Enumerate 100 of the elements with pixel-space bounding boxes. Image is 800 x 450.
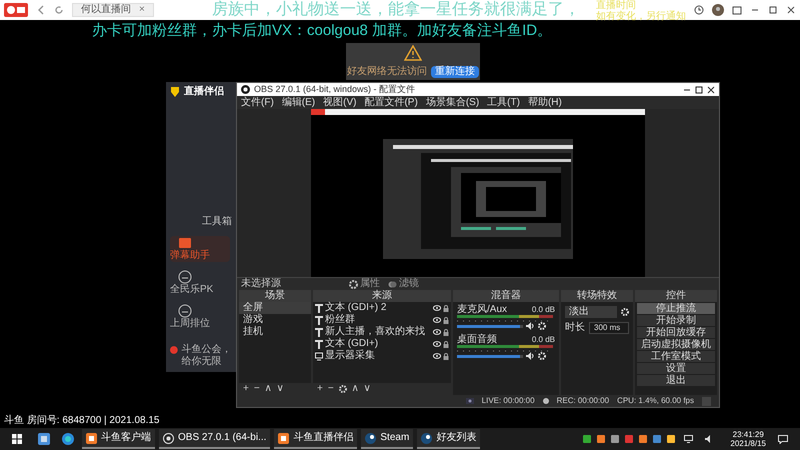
monitor-icon xyxy=(315,352,323,360)
source-item[interactable]: 粉丝群 xyxy=(325,314,431,326)
menu-item[interactable]: 视图(V) xyxy=(323,96,356,108)
speaker-icon[interactable] xyxy=(526,322,535,330)
rec-time: REC: 00:00:00 xyxy=(556,396,610,406)
browser-icon[interactable] xyxy=(62,433,74,445)
control-button[interactable]: 开始回放缓存 xyxy=(637,327,715,338)
taskbar-app-button[interactable]: 好友列表 xyxy=(417,429,480,449)
eye-icon[interactable] xyxy=(433,317,441,323)
clock[interactable]: 23:41:29 2021/8/15 xyxy=(730,430,766,448)
room-info-text: 斗鱼 房间号: 6848700 | 2021.08.15 xyxy=(3,414,160,428)
volume-slider-fill[interactable] xyxy=(457,324,520,328)
maximize-icon[interactable] xyxy=(695,86,703,94)
dock-title: 转场特效 xyxy=(561,290,633,302)
taskbar-app-button[interactable]: 斗鱼客户端 xyxy=(82,429,155,449)
gear-icon[interactable] xyxy=(338,385,347,393)
gear-icon[interactable] xyxy=(538,352,546,360)
taskbar-app-button[interactable]: OBS 27.0.1 (64-bi... xyxy=(159,429,270,449)
gear-icon xyxy=(349,280,358,288)
logo-icon xyxy=(4,3,28,17)
channel-name: 桌面音频 xyxy=(457,334,497,345)
toolbar-button[interactable]: ∧ xyxy=(264,383,272,395)
toolbar-button[interactable]: ∨ xyxy=(364,383,371,395)
control-button[interactable]: 设置 xyxy=(637,363,715,374)
scene-item[interactable]: 游戏 xyxy=(239,314,311,326)
properties-button[interactable]: 属性 xyxy=(349,278,380,290)
tab-close[interactable]: × xyxy=(139,4,145,16)
calendar-icon[interactable] xyxy=(732,5,742,15)
duration-label: 时长 xyxy=(565,322,585,334)
app-icon xyxy=(421,432,432,444)
control-button[interactable]: 停止推流 xyxy=(637,303,715,314)
gear-icon[interactable] xyxy=(621,308,629,316)
speaker-icon[interactable] xyxy=(526,352,535,360)
reconnect-button[interactable]: 重新连接 xyxy=(431,66,479,78)
lock-icon[interactable] xyxy=(443,304,449,312)
dialog-message: 好友网络无法访问 xyxy=(347,66,427,78)
filters-button[interactable]: 滤镜 xyxy=(388,278,419,290)
menu-item[interactable]: 文件(F) xyxy=(241,96,274,108)
notice-text: 办卡可加粉丝群，办卡后加VX：coolgou8 加群。加好友备注斗鱼ID。 xyxy=(92,21,552,41)
network-icon[interactable] xyxy=(684,435,694,443)
dock-title: 控件 xyxy=(635,290,717,302)
avatar-icon[interactable] xyxy=(712,4,724,16)
source-item[interactable]: 文本 (GDI+) 2 xyxy=(325,302,431,314)
app-icon xyxy=(365,432,376,444)
transition-dropdown[interactable]: 淡出 xyxy=(565,306,617,318)
windows-start-icon[interactable] xyxy=(12,434,22,444)
toolbar-button[interactable]: − xyxy=(254,383,260,395)
notification-icon[interactable] xyxy=(778,434,788,444)
duration-field[interactable]: 300 ms xyxy=(589,322,629,334)
toolbar-button[interactable]: ∧ xyxy=(352,383,359,395)
eye-icon[interactable] xyxy=(433,305,441,311)
app-icon xyxy=(86,432,97,444)
lock-icon[interactable] xyxy=(443,352,449,360)
scene-item[interactable]: 挂机 xyxy=(239,326,311,338)
maximize-icon[interactable] xyxy=(768,5,778,15)
menu-item[interactable]: 帮助(H) xyxy=(528,96,562,108)
dock-title: 混音器 xyxy=(453,290,559,302)
menu-item[interactable]: 编辑(E) xyxy=(282,96,316,108)
control-button[interactable]: 启动虚拟摄像机 xyxy=(637,339,715,350)
app-icon xyxy=(278,432,290,444)
toolbar-button[interactable]: + xyxy=(243,383,249,395)
lock-icon[interactable] xyxy=(443,316,449,324)
scene-item[interactable]: 全屏 xyxy=(239,302,311,314)
text-type-icon xyxy=(315,316,323,324)
eye-icon[interactable] xyxy=(433,329,441,335)
gear-icon[interactable] xyxy=(538,322,546,330)
source-item[interactable]: 新人主播，喜欢的来找 xyxy=(325,326,431,338)
menu-item[interactable]: 场景集合(S) xyxy=(426,96,480,108)
refresh-icon[interactable] xyxy=(54,5,64,15)
close-icon[interactable] xyxy=(786,5,796,15)
warning-icon xyxy=(404,45,422,61)
tool-item[interactable]: 弹幕助手 xyxy=(170,236,230,262)
eye-icon[interactable] xyxy=(433,341,441,347)
text-type-icon xyxy=(315,328,323,336)
control-button[interactable]: 工作室模式 xyxy=(637,351,715,362)
toolbar-button[interactable]: ∨ xyxy=(276,383,284,395)
tool-item[interactable]: 上周排位 xyxy=(170,304,230,330)
back-icon[interactable] xyxy=(36,5,46,15)
lock-icon[interactable] xyxy=(443,340,449,348)
source-item[interactable]: 文本 (GDI+) xyxy=(325,338,431,350)
dock-title: 场景 xyxy=(239,290,311,302)
menu-item[interactable]: 配置文件(P) xyxy=(364,96,418,108)
close-icon[interactable] xyxy=(707,86,715,94)
menu-item[interactable]: 工具(T) xyxy=(487,96,520,108)
shield-logo-icon xyxy=(170,86,180,98)
clock-icon[interactable] xyxy=(694,5,704,15)
control-button[interactable]: 开始录制 xyxy=(637,315,715,326)
source-item[interactable]: 显示器采集 xyxy=(325,350,431,362)
taskbar-app-button[interactable]: 斗鱼直播伴侣 xyxy=(274,429,358,449)
toolbar-button[interactable]: − xyxy=(328,383,334,395)
browser-tab[interactable]: 何以直播间 × xyxy=(72,3,154,17)
eye-icon[interactable] xyxy=(433,353,441,359)
lock-icon[interactable] xyxy=(443,328,449,336)
tool-item[interactable]: 全民乐PK xyxy=(170,270,230,296)
taskbar-app-button[interactable]: Steam xyxy=(361,429,414,449)
channel-name: 麦克风/Aux xyxy=(457,304,508,315)
volume-slider-fill[interactable] xyxy=(457,354,520,358)
toolbar-button[interactable]: + xyxy=(317,383,323,395)
app-square-icon[interactable] xyxy=(38,433,50,445)
control-button[interactable]: 退出 xyxy=(637,375,715,386)
